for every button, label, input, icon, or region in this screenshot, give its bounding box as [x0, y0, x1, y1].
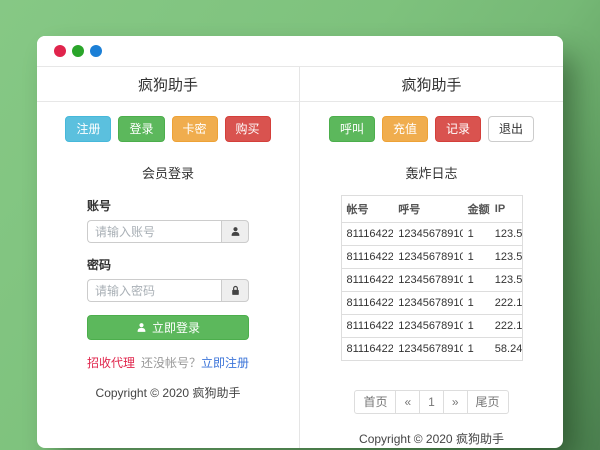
close-dot[interactable] [54, 45, 66, 57]
column-header: 金额 [467, 204, 490, 216]
table-cell: 1 [462, 337, 490, 361]
table-cell: 12345678910 [393, 337, 463, 361]
last-page-button[interactable]: 尾页 [466, 390, 509, 415]
column-header: 呼号 [398, 204, 421, 216]
right-panel-title: 疯狗助手 [300, 67, 563, 102]
table-row: 81116422 12345678910 1 58.24 [341, 337, 522, 361]
app-window: 疯狗助手 注册登录卡密购买 会员登录 账号 密码 [37, 36, 563, 448]
password-input[interactable] [87, 279, 221, 302]
column-header: 帐号 [346, 204, 369, 216]
table-cell: 1 [462, 222, 490, 246]
account-input-group [87, 220, 249, 243]
table-cell: 222.1 [489, 291, 522, 315]
table-cell: 12345678910 [393, 268, 463, 292]
table-cell: 123.5 [489, 222, 522, 246]
login-tab-button[interactable]: 登录 [118, 116, 165, 142]
table-cell: 123.5 [489, 245, 522, 269]
call-button[interactable]: 呼叫 [328, 116, 375, 142]
log-panel-body: 呼叫 充值 记录 退出 轰炸日志 帐号 呼号 金额 IP 81116422 123456789… [300, 102, 563, 448]
window-titlebar [37, 36, 563, 67]
table-cell: 81116422 [341, 291, 394, 315]
table-cell: 12345678910 [393, 291, 463, 315]
table-cell: 1 [462, 268, 490, 292]
lock-icon [231, 285, 239, 295]
recharge-button[interactable]: 充值 [381, 116, 428, 142]
register-prompt: 还没帐号？立即注册 [141, 354, 249, 371]
first-page-button[interactable]: 首页 [354, 390, 397, 415]
minimize-dot[interactable] [72, 45, 84, 57]
table-cell: 81116422 [341, 222, 394, 246]
pagination: 首页 «1» 尾页 [354, 390, 509, 415]
table-cell: 1 [462, 314, 490, 338]
register-button[interactable]: 注册 [65, 116, 112, 142]
maximize-dot[interactable] [90, 45, 102, 57]
table-body: 81116422 12345678910 1 123.5 81116422 1234567… [341, 222, 522, 361]
next-page-button[interactable]: » [442, 390, 468, 415]
right-copyright: Copyright © 2020 疯狗助手 [359, 432, 504, 447]
password-addon [221, 279, 249, 302]
login-button-label: 立即登录 [151, 321, 200, 335]
table-header-row: 帐号 呼号 金额 IP [341, 196, 522, 223]
agent-link[interactable]: 招收代理 [87, 354, 135, 371]
table-cell: 81116422 [341, 314, 394, 338]
table-cell: 1 [462, 245, 490, 269]
table-cell: 81116422 [341, 337, 394, 361]
buy-button[interactable]: 购买 [224, 116, 271, 142]
table-cell: 12345678910 [393, 245, 463, 269]
records-button[interactable]: 记录 [435, 116, 482, 142]
links-row: 招收代理 还没帐号？立即注册 [87, 354, 249, 371]
left-button-row: 注册 登录 卡密 购买 [65, 116, 271, 142]
table-row: 81116422 12345678910 1 123.5 [341, 245, 522, 269]
password-label: 密码 [87, 258, 112, 272]
register-link[interactable]: 立即注册 [201, 356, 249, 370]
table-cell: 12345678910 [393, 314, 463, 338]
table-row: 81116422 12345678910 1 123.5 [341, 222, 522, 246]
window-content: 疯狗助手 注册登录卡密购买 会员登录 账号 密码 [37, 67, 563, 448]
bomb-log-heading: 轰炸日志 [405, 166, 458, 181]
left-copyright: Copyright © 2020 疯狗助手 [95, 386, 241, 400]
user-icon [137, 323, 146, 332]
login-form: 账号 密码 [87, 197, 249, 340]
table-row: 81116422 12345678910 1 222.1 [341, 314, 522, 338]
log-table: 帐号 呼号 金额 IP 81116422 12345678910 1 123.5 811164… [340, 195, 523, 361]
table-cell: 58.24 [489, 337, 522, 361]
prev-page-button[interactable]: « [395, 390, 421, 415]
table-row: 81116422 12345678910 1 222.1 [341, 291, 522, 315]
account-input[interactable] [87, 220, 221, 243]
table-cell: 1 [462, 291, 490, 315]
password-input-group [87, 279, 249, 302]
login-panel-body: 注册登录卡密购买 会员登录 账号 密码 [37, 102, 299, 448]
table-cell: 123.5 [489, 268, 522, 292]
page-1-button[interactable]: 1 [419, 390, 444, 415]
no-account-text: 还没帐号？ [140, 356, 201, 370]
account-label: 账号 [87, 199, 112, 213]
logout-button[interactable]: 退出 [488, 116, 535, 142]
member-login-heading: 会员登录 [141, 166, 194, 181]
login-button[interactable]: 立即登录 [87, 315, 249, 340]
table-cell: 81116422 [341, 245, 394, 269]
right-button-row: 呼叫 充值 记录 退出 [328, 116, 535, 142]
table-cell: 12345678910 [393, 222, 463, 246]
login-panel: 疯狗助手 注册登录卡密购买 会员登录 账号 密码 [37, 67, 300, 448]
log-panel: 疯狗助手 呼叫 充值 记录 退出 轰炸日志 帐号 呼号 金额 IP 81116422 1234… [300, 67, 563, 448]
table-cell: 81116422 [341, 268, 394, 292]
table-cell: 222.1 [489, 314, 522, 338]
account-addon [221, 220, 249, 243]
user-icon [231, 227, 239, 236]
card-key-button[interactable]: 卡密 [171, 116, 218, 142]
left-panel-title: 疯狗助手 [37, 67, 299, 102]
table-row: 81116422 12345678910 1 123.5 [341, 268, 522, 292]
column-header: IP [494, 203, 506, 215]
